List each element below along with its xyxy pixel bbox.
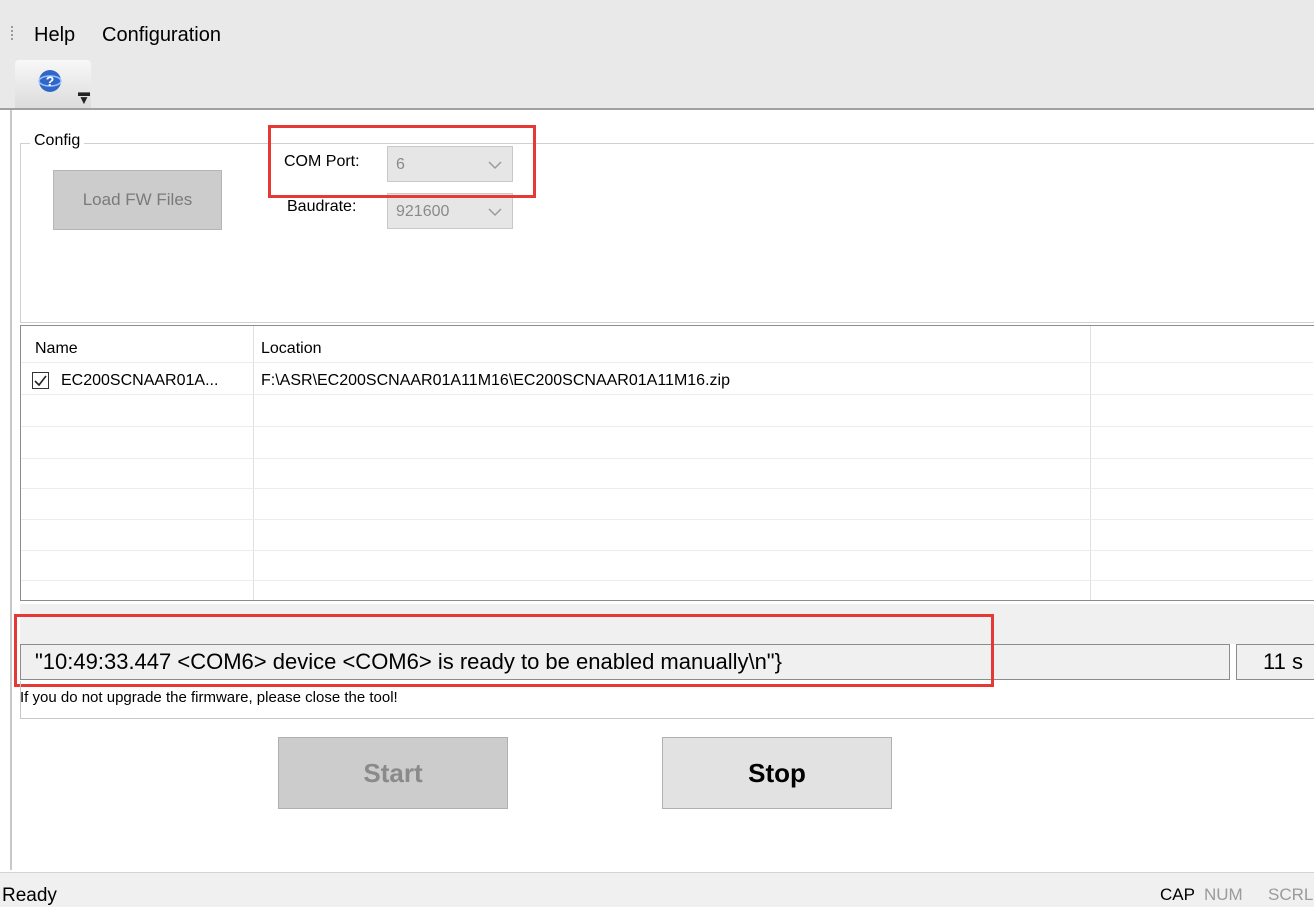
window-edge: [10, 110, 12, 870]
menu-configuration[interactable]: Configuration: [102, 24, 221, 47]
log-highlight: [14, 614, 994, 687]
elapsed-time: 11 s: [1236, 644, 1314, 680]
toolbar: [0, 55, 1314, 110]
row-divider: [21, 550, 1313, 551]
firmware-file-list[interactable]: Name Location EC200SCNAAR01A... F:\ASR\E…: [20, 325, 1314, 601]
menu-grip: [11, 26, 15, 40]
svg-text:?: ?: [46, 73, 55, 89]
column-header-name[interactable]: Name: [35, 340, 78, 358]
row-divider: [21, 458, 1313, 459]
checkmark-icon: [34, 375, 47, 387]
toolbar-help-button[interactable]: ? ▬ ▼: [15, 60, 91, 108]
start-button[interactable]: Start: [278, 737, 508, 809]
row-divider: [21, 394, 1313, 395]
help-globe-icon: ?: [38, 70, 62, 92]
menu-help[interactable]: Help: [34, 24, 75, 47]
row-divider: [21, 362, 1313, 363]
toolbar-overflow-icon[interactable]: ▬ ▼: [78, 86, 90, 106]
column-divider: [1090, 326, 1091, 600]
caps-indicator: CAP: [1160, 885, 1195, 904]
file-location: F:\ASR\EC200SCNAAR01A11M16\EC200SCNAAR01…: [261, 372, 730, 389]
config-group-title: Config: [30, 132, 85, 150]
row-divider: [21, 488, 1313, 489]
baudrate-value: 921600: [396, 203, 450, 220]
baudrate-select[interactable]: 921600: [387, 193, 513, 229]
row-divider: [21, 580, 1313, 581]
row-divider: [21, 519, 1313, 520]
num-indicator: NUM: [1204, 885, 1243, 904]
menu-bar: Help Configuration: [0, 0, 1314, 55]
status-text: Ready: [2, 885, 57, 906]
load-fw-files-button[interactable]: Load FW Files: [53, 170, 222, 230]
status-bar: Ready CAP NUM SCRL: [0, 872, 1314, 907]
column-header-location[interactable]: Location: [261, 340, 322, 358]
baudrate-label: Baudrate:: [287, 198, 357, 215]
column-divider: [253, 326, 254, 600]
row-divider: [21, 426, 1313, 427]
stop-button[interactable]: Stop: [662, 737, 892, 809]
row-checkbox[interactable]: [32, 372, 49, 389]
hint-text: If you do not upgrade the firmware, plea…: [20, 689, 398, 706]
chevron-down-icon: [488, 208, 502, 217]
com-port-highlight: [268, 125, 536, 198]
file-name: EC200SCNAAR01A...: [61, 372, 219, 389]
scroll-indicator: SCRL: [1268, 885, 1314, 904]
